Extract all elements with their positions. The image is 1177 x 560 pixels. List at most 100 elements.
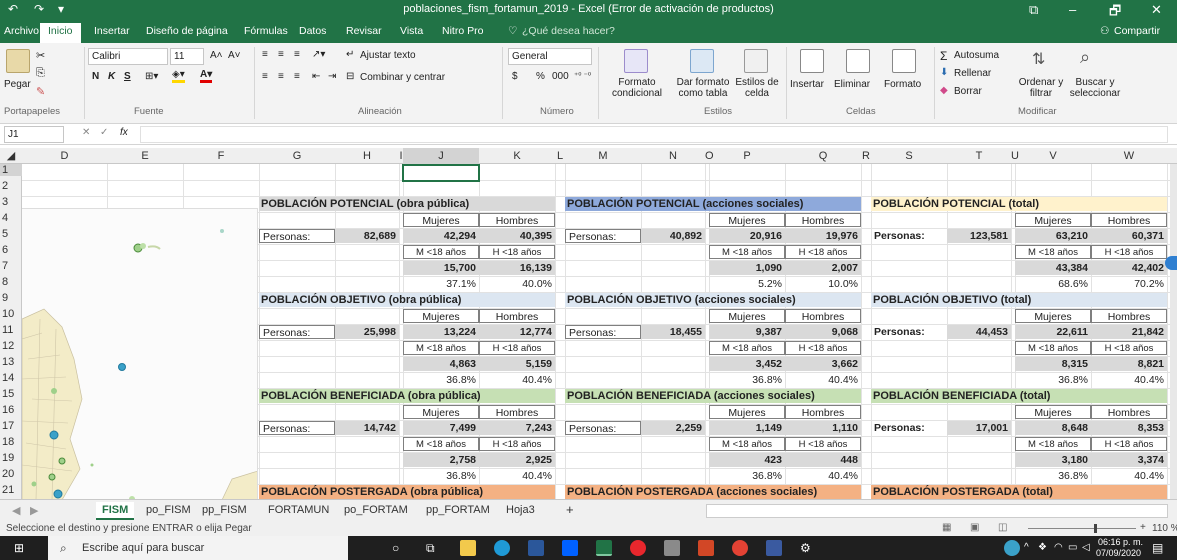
row-header[interactable]: 3 bbox=[0, 196, 22, 208]
underline-button[interactable]: S bbox=[124, 71, 131, 82]
font-size-box[interactable]: 11 bbox=[170, 48, 204, 65]
taskbar-search-box[interactable]: ⌕ Escribe aquí para buscar bbox=[48, 536, 348, 560]
cell-styles-button[interactable]: Estilos de celda bbox=[734, 77, 780, 99]
align-left-icon[interactable]: ≡ bbox=[262, 71, 268, 82]
tab-datos[interactable]: Datos bbox=[299, 25, 326, 37]
number-format-box[interactable]: General bbox=[508, 48, 592, 65]
col-header[interactable]: R bbox=[861, 148, 871, 164]
vertical-scrollbar[interactable] bbox=[1170, 164, 1177, 499]
format-cells-icon[interactable] bbox=[892, 49, 916, 73]
col-header[interactable]: F bbox=[183, 148, 259, 164]
font-color-icon[interactable]: A▾ bbox=[200, 69, 213, 83]
cortana-icon[interactable]: ○ bbox=[392, 541, 399, 555]
currency-button[interactable]: $ bbox=[512, 71, 518, 82]
format-painter-icon[interactable]: ✎ bbox=[36, 85, 45, 98]
row-header[interactable]: 1 bbox=[0, 164, 22, 176]
tab-inicio[interactable]: Inicio bbox=[40, 23, 81, 43]
format-button[interactable]: Formato bbox=[884, 79, 921, 90]
sort-filter-button[interactable]: Ordenar y filtrar bbox=[1018, 77, 1064, 99]
taskbar-search-input[interactable]: Escribe aquí para buscar bbox=[82, 542, 204, 554]
row-header[interactable]: 16 bbox=[0, 404, 22, 416]
col-header[interactable]: G bbox=[259, 148, 335, 164]
row-header[interactable]: 19 bbox=[0, 452, 22, 464]
borders-icon[interactable]: ⊞▾ bbox=[145, 71, 158, 82]
format-table-button[interactable]: Dar formato como tabla bbox=[672, 77, 734, 99]
side-panel-icon[interactable] bbox=[1165, 256, 1177, 270]
insert-function-icon[interactable]: fx bbox=[120, 127, 128, 138]
battery-icon[interactable]: ▭ bbox=[1068, 542, 1077, 553]
word-icon[interactable] bbox=[528, 540, 544, 556]
normal-view-icon[interactable]: ▦ bbox=[942, 522, 951, 533]
decimals-icon[interactable]: ⁺⁰ ⁻⁰ bbox=[574, 71, 591, 80]
thousands-button[interactable]: 000 bbox=[552, 71, 569, 82]
wrap-text-button[interactable]: Ajustar texto bbox=[360, 50, 416, 61]
sheet-tab-pp-fism[interactable]: pp_FISM bbox=[196, 502, 253, 518]
sheet-tab-pp-fortam[interactable]: pp_FORTAM bbox=[420, 502, 496, 518]
orientation-icon[interactable]: ↗▾ bbox=[312, 49, 325, 60]
align-right-icon[interactable]: ≡ bbox=[294, 71, 300, 82]
row-header[interactable]: 9 bbox=[0, 292, 22, 304]
zoom-slider-thumb[interactable] bbox=[1094, 524, 1097, 533]
select-all-corner[interactable]: ◢ bbox=[0, 148, 22, 164]
row-header[interactable]: 11 bbox=[0, 324, 22, 336]
formula-input[interactable] bbox=[140, 126, 1168, 143]
align-bottom-icon[interactable]: ≡ bbox=[294, 49, 300, 60]
conditional-format-icon[interactable] bbox=[624, 49, 648, 73]
wrap-text-icon[interactable]: ↵ bbox=[346, 49, 354, 60]
col-header[interactable]: H bbox=[335, 148, 399, 164]
add-sheet-button[interactable]: + bbox=[560, 500, 580, 519]
fill-color-icon[interactable]: ◈▾ bbox=[172, 69, 185, 83]
paste-icon[interactable] bbox=[6, 49, 30, 73]
wifi-icon[interactable]: ◠ bbox=[1054, 542, 1063, 553]
autosum-button[interactable]: Autosuma bbox=[954, 50, 999, 61]
cell-styles-icon[interactable] bbox=[744, 49, 768, 73]
settings-icon[interactable]: ⚙ bbox=[800, 541, 811, 555]
tab-archivo[interactable]: Archivo bbox=[4, 25, 39, 37]
increase-indent-icon[interactable]: ⇥ bbox=[328, 71, 336, 82]
tray-app-icon[interactable] bbox=[1004, 540, 1020, 556]
col-header[interactable]: N bbox=[641, 148, 705, 164]
format-table-icon[interactable] bbox=[690, 49, 714, 73]
tab-diseno-pagina[interactable]: Diseño de página bbox=[146, 25, 228, 37]
confirm-entry-icon[interactable]: ✓ bbox=[100, 127, 108, 138]
font-name-box[interactable]: Calibri bbox=[88, 48, 168, 65]
sheet-tab-hoja3[interactable]: Hoja3 bbox=[500, 502, 541, 518]
row-header[interactable]: 10 bbox=[0, 308, 22, 320]
row-header[interactable]: 17 bbox=[0, 420, 22, 432]
tray-dropbox-icon[interactable]: ❖ bbox=[1038, 542, 1047, 553]
col-header[interactable]: Q bbox=[785, 148, 861, 164]
dropbox-icon[interactable] bbox=[562, 540, 578, 556]
minimize-button[interactable]: – bbox=[1069, 2, 1076, 17]
cut-icon[interactable]: ✂ bbox=[36, 49, 45, 62]
col-header[interactable]: L bbox=[555, 148, 565, 164]
align-center-icon[interactable]: ≡ bbox=[278, 71, 284, 82]
tab-vista[interactable]: Vista bbox=[400, 25, 423, 37]
opera-icon[interactable] bbox=[630, 540, 646, 556]
fill-icon[interactable]: ⬇ bbox=[940, 67, 948, 78]
col-header[interactable]: S bbox=[871, 148, 947, 164]
file-explorer-icon[interactable] bbox=[460, 540, 476, 556]
zoom-level[interactable]: 110 % bbox=[1152, 523, 1177, 534]
insert-cells-icon[interactable] bbox=[800, 49, 824, 73]
copy-icon[interactable]: ⎘ bbox=[36, 67, 45, 80]
sheet-tab-fortamun[interactable]: FORTAMUN bbox=[262, 502, 335, 518]
clear-button[interactable]: Borrar bbox=[954, 86, 982, 97]
row-header[interactable]: 2 bbox=[0, 180, 22, 192]
clock-date[interactable]: 07/09/2020 bbox=[1096, 548, 1141, 558]
zoom-in-icon[interactable]: + bbox=[1140, 522, 1146, 533]
app-icon[interactable] bbox=[664, 540, 680, 556]
next-sheet-icon[interactable]: ▶ bbox=[24, 502, 44, 519]
col-header[interactable]: V bbox=[1015, 148, 1091, 164]
find-icon[interactable]: ⌕ bbox=[1080, 47, 1090, 68]
delete-button[interactable]: Eliminar bbox=[834, 79, 870, 90]
row-header[interactable]: 20 bbox=[0, 468, 22, 480]
close-button[interactable]: ✕ bbox=[1151, 2, 1162, 18]
tray-chevron-icon[interactable]: ^ bbox=[1024, 542, 1029, 553]
percent-button[interactable]: % bbox=[536, 71, 545, 82]
decrease-indent-icon[interactable]: ⇤ bbox=[312, 71, 320, 82]
map-image[interactable] bbox=[22, 208, 258, 499]
windows-start-icon[interactable]: ⊞ bbox=[14, 541, 24, 555]
col-header[interactable]: K bbox=[479, 148, 555, 164]
sheet-tab-fism[interactable]: FISM bbox=[96, 502, 135, 520]
notifications-icon[interactable]: ▤ bbox=[1152, 541, 1163, 555]
